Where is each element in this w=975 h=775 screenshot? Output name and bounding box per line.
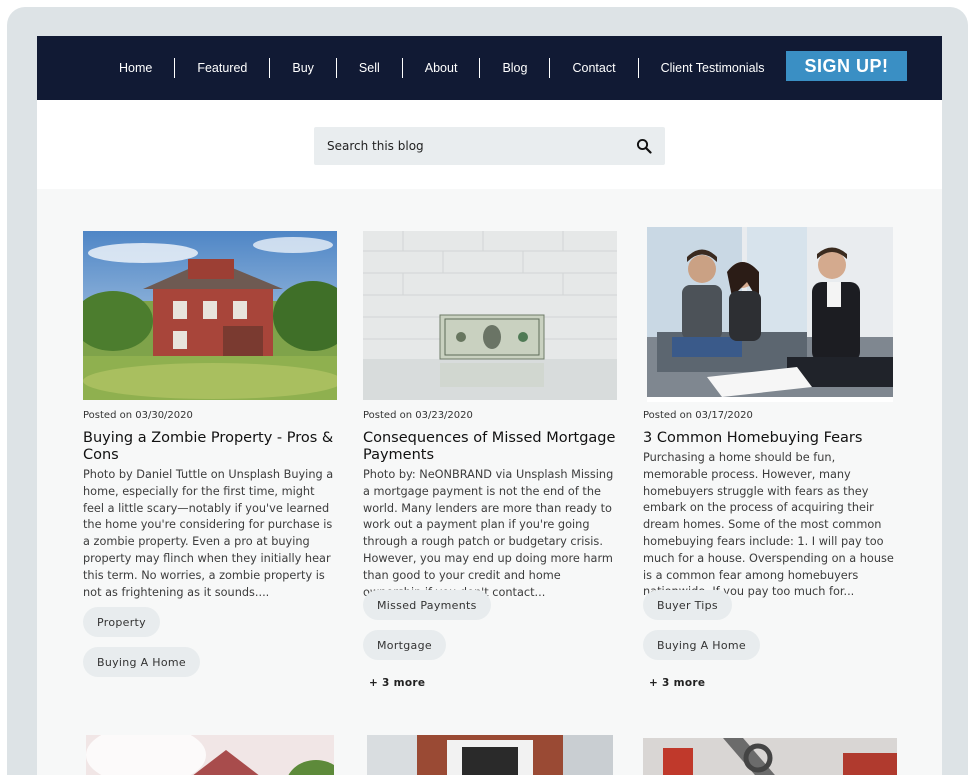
tag-property[interactable]: Property: [83, 607, 160, 637]
nav-item-buy[interactable]: Buy: [270, 58, 337, 78]
nav-item-contact[interactable]: Contact: [550, 58, 639, 78]
post-image-front-door-partial[interactable]: [367, 735, 613, 775]
nav-item-home[interactable]: Home: [101, 58, 176, 78]
tag-buying-a-home[interactable]: Buying A Home: [643, 630, 760, 660]
search-band: [37, 100, 942, 189]
post-image-zombie-house[interactable]: [83, 231, 337, 400]
post-date: Posted on 03/17/2020: [643, 410, 753, 421]
post-date: Posted on 03/23/2020: [363, 410, 473, 421]
post-title[interactable]: Buying a Zombie Property - Pros & Cons: [83, 430, 343, 464]
nav-item-about[interactable]: About: [403, 58, 481, 78]
nav-item-client-testimonials[interactable]: Client Testimonials: [639, 58, 788, 78]
post-image-dollar-bill[interactable]: [363, 231, 617, 400]
more-tags-link[interactable]: + 3 more: [369, 677, 425, 689]
search-box: [314, 127, 665, 165]
post-date: Posted on 03/30/2020: [83, 410, 193, 421]
post-image-house-partial[interactable]: [86, 735, 334, 775]
sign-up-button[interactable]: SIGN UP!: [786, 51, 907, 81]
tag-missed-payments[interactable]: Missed Payments: [363, 590, 491, 620]
more-tags-link[interactable]: + 3 more: [649, 677, 705, 689]
post-image-homebuyers[interactable]: [647, 227, 893, 402]
post-excerpt: Photo by: NeONBRAND via Unsplash Missing…: [363, 468, 614, 599]
tag-buying-a-home[interactable]: Buying A Home: [83, 647, 200, 677]
post-title[interactable]: 3 Common Homebuying Fears: [643, 430, 903, 447]
post-excerpt: Purchasing a home should be fun, memorab…: [643, 451, 894, 599]
search-input[interactable]: [314, 127, 614, 165]
nav-item-blog[interactable]: Blog: [480, 58, 551, 78]
post-title[interactable]: Consequences of Missed Mortgage Payments: [363, 430, 623, 464]
post-image-tools-partial[interactable]: [643, 738, 897, 775]
nav-links: Home Featured Buy Sell About Blog Contac…: [101, 36, 788, 100]
search-icon[interactable]: [636, 138, 652, 154]
tag-mortgage[interactable]: Mortgage: [363, 630, 446, 660]
top-navigation: Home Featured Buy Sell About Blog Contac…: [37, 36, 942, 100]
post-excerpt: Photo by Daniel Tuttle on Unsplash Buyin…: [83, 468, 334, 599]
tag-buyer-tips[interactable]: Buyer Tips: [643, 590, 732, 620]
browser-screen: Home Featured Buy Sell About Blog Contac…: [37, 36, 942, 775]
nav-item-sell[interactable]: Sell: [337, 58, 403, 78]
nav-item-featured[interactable]: Featured: [175, 58, 271, 78]
